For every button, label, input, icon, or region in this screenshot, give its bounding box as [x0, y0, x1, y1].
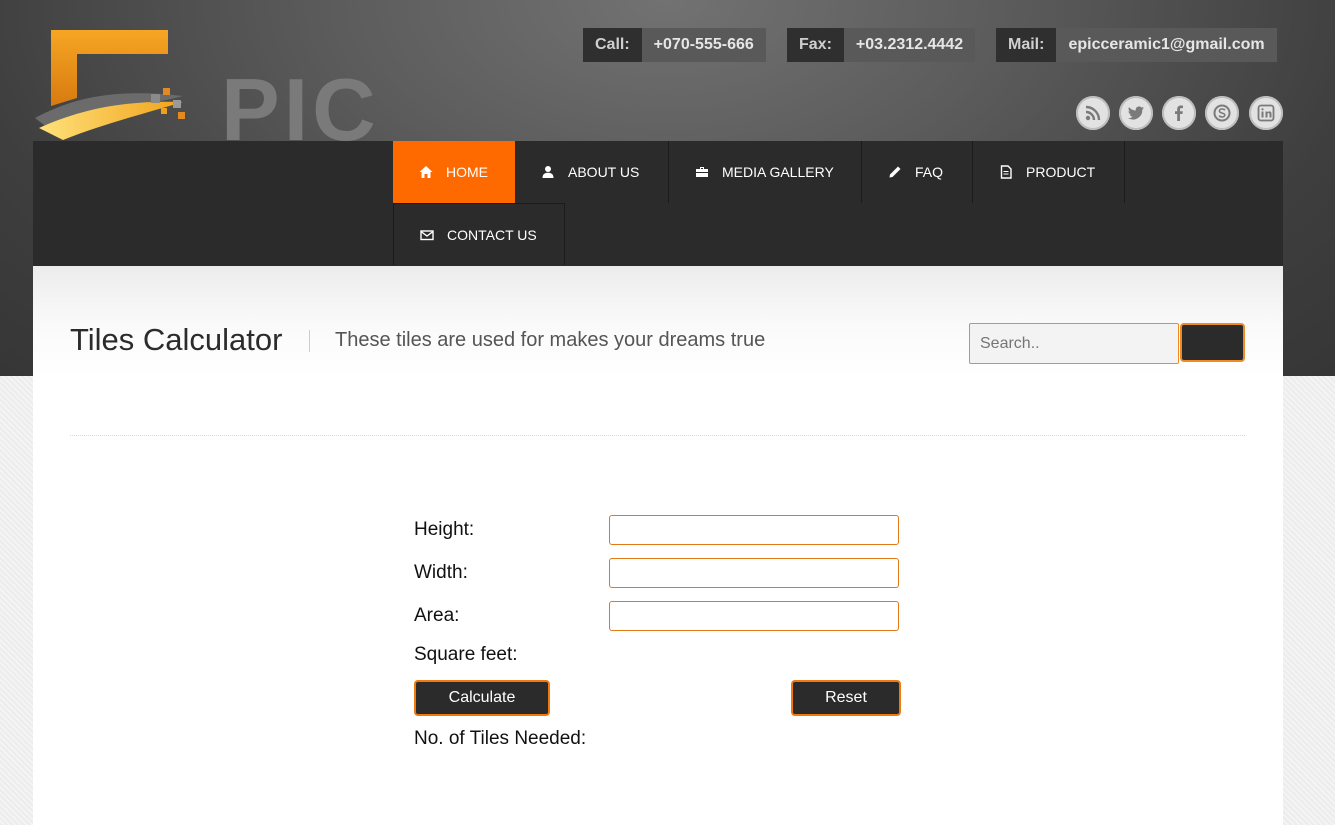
page-subtitle: These tiles are used for makes your drea…: [335, 329, 766, 351]
nav-home[interactable]: HOME: [393, 141, 515, 203]
nav-media-gallery[interactable]: MEDIA GALLERY: [669, 141, 862, 203]
search-input[interactable]: [969, 323, 1179, 364]
skype-icon[interactable]: [1205, 96, 1239, 130]
nav-media-label: MEDIA GALLERY: [722, 164, 834, 180]
fax-label: Fax:: [787, 28, 844, 62]
mail-info: Mail: epicceramic1@gmail.com: [996, 28, 1277, 62]
rss-icon[interactable]: [1076, 96, 1110, 130]
nav-faq[interactable]: FAQ: [862, 141, 973, 203]
area-label: Area:: [414, 605, 460, 626]
height-label: Height:: [414, 519, 475, 540]
nav-product-label: PRODUCT: [1026, 164, 1096, 180]
nav-home-label: HOME: [446, 164, 488, 180]
page-title: Tiles Calculator: [70, 322, 283, 357]
reset-button[interactable]: Reset: [791, 680, 901, 716]
nav-faq-label: FAQ: [915, 164, 944, 180]
envelope-icon: [420, 229, 434, 240]
call-label: Call:: [583, 28, 642, 62]
title-separator: [309, 330, 310, 352]
search-button[interactable]: [1180, 323, 1245, 362]
facebook-icon[interactable]: [1162, 96, 1196, 130]
user-icon: [542, 166, 554, 178]
nav-contact-label: CONTACT US: [447, 226, 537, 243]
width-label: Width:: [414, 562, 468, 583]
nav-about-us[interactable]: ABOUT US: [515, 141, 669, 203]
mail-value[interactable]: epicceramic1@gmail.com: [1056, 28, 1277, 62]
tiles-needed-label: No. of Tiles Needed:: [414, 728, 587, 749]
nav-about-label: ABOUT US: [568, 164, 640, 180]
square-feet-label: Square feet:: [414, 644, 518, 665]
area-field[interactable]: [609, 601, 899, 631]
main-content: Tiles Calculator These tiles are used fo…: [33, 266, 1283, 825]
fax-value: +03.2312.4442: [843, 28, 976, 62]
mail-label: Mail:: [996, 28, 1057, 62]
fax-info: Fax: +03.2312.4442: [787, 28, 976, 62]
epic-logo[interactable]: PIC: [33, 28, 376, 154]
main-nav: HOME ABOUT US MEDIA GALLERY FAQ PRODUCT …: [33, 141, 1283, 266]
call-info: Call: +070-555-666: [583, 28, 766, 62]
home-icon: [419, 166, 433, 178]
pencil-icon: [889, 166, 901, 178]
width-field[interactable]: [609, 558, 899, 588]
content-divider: [70, 435, 1245, 436]
linkedin-icon[interactable]: [1249, 96, 1283, 130]
twitter-icon[interactable]: [1119, 96, 1153, 130]
calculate-button[interactable]: Calculate: [414, 680, 550, 716]
height-field[interactable]: [609, 515, 899, 545]
briefcase-icon: [696, 167, 708, 177]
document-icon: [1000, 165, 1012, 179]
call-value: +070-555-666: [641, 28, 766, 62]
nav-contact-us[interactable]: CONTACT US: [393, 203, 565, 265]
nav-product[interactable]: PRODUCT: [973, 141, 1125, 203]
